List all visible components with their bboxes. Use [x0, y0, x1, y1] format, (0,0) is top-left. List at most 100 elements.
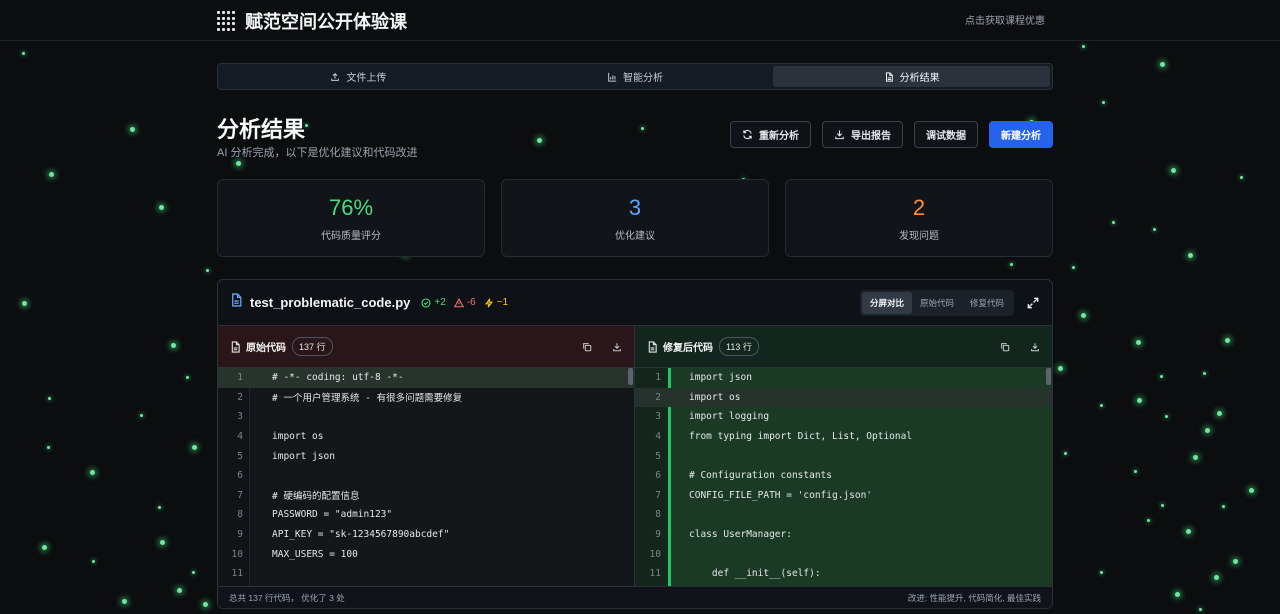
- code-line: 3 import logging: [635, 407, 1052, 427]
- star-dot: [171, 343, 176, 348]
- line-number: 1: [655, 372, 661, 384]
- grid-logo-icon: [217, 11, 237, 31]
- download-icon: [835, 130, 844, 140]
- view-original-button[interactable]: 原始代码: [912, 292, 962, 314]
- new-analysis-button[interactable]: 新建分析: [989, 121, 1053, 148]
- stat-label: 优化建议: [615, 230, 655, 242]
- code-line: 11: [218, 564, 634, 584]
- brand-title: 赋范空间公开体验课: [245, 12, 407, 32]
- code-lines: 1 import json 2 import os 3 import logging 4 fr…: [635, 368, 1052, 584]
- line-text: # 一个用户管理系统 - 有很多问题需要修复: [272, 393, 463, 405]
- code-line: 4 from typing import Dict, List, Optional: [635, 427, 1052, 447]
- star-dot: [22, 52, 25, 55]
- code-line: 5 import json: [218, 446, 634, 466]
- star-dot: [177, 588, 182, 593]
- stat-value: 76%: [328, 194, 374, 220]
- view-mode-switch: 分屏对比 原始代码 修复代码: [859, 289, 1014, 316]
- tab-upload[interactable]: 文件上传: [220, 66, 497, 87]
- star-dot: [130, 127, 135, 132]
- bar-chart-icon: [608, 72, 617, 82]
- star-dot: [1233, 559, 1238, 564]
- original-code-view[interactable]: 1 # -*- coding: utf-8 -*- 2 # 一个用户管理系统 - 有很…: [218, 368, 634, 586]
- line-number: 6: [237, 470, 243, 482]
- warning-icon: [453, 297, 464, 307]
- changed-count: ~1: [496, 297, 509, 308]
- star-dot: [1160, 375, 1163, 378]
- file-name: test_problematic_code.py: [250, 295, 411, 310]
- star-dot: [1081, 313, 1086, 318]
- line-number: 8: [237, 509, 243, 521]
- line-number: 7: [655, 489, 661, 501]
- line-count-badge: 113 行: [719, 337, 759, 356]
- star-dot: [1217, 411, 1222, 416]
- expand-icon[interactable]: [1026, 296, 1040, 310]
- line-text: import os: [272, 431, 324, 443]
- split-panes: 原始代码 137 行 1 # -*- coding: utf-8 -*- 2 # 一个…: [218, 326, 1052, 586]
- star-dot: [186, 376, 189, 379]
- star-dot: [1058, 366, 1063, 371]
- brand[interactable]: 赋范空间公开体验课: [217, 8, 407, 34]
- star-dot: [158, 506, 161, 509]
- removed-stat: -6: [453, 297, 476, 308]
- file-icon: [230, 293, 243, 312]
- original-pane-header: 原始代码 137 行: [218, 326, 634, 368]
- original-pane-title: 原始代码: [246, 343, 286, 354]
- star-dot: [1137, 398, 1142, 403]
- star-dot: [1147, 519, 1150, 522]
- document-icon: [231, 340, 240, 353]
- export-report-button[interactable]: 导出报告: [822, 121, 903, 148]
- line-number: 6: [655, 470, 661, 482]
- scrollbar-thumb[interactable]: [1046, 368, 1051, 385]
- course-offer-link[interactable]: 点击获取课程优惠: [965, 12, 1045, 27]
- stat-label: 发现问题: [899, 230, 939, 242]
- code-line: 3: [218, 407, 634, 427]
- refresh-icon: [743, 129, 752, 140]
- footer-summary: 总共 137 行代码， 优化了 3 处: [229, 592, 345, 603]
- line-number: 11: [231, 568, 243, 580]
- code-line: 2 # 一个用户管理系统 - 有很多问题需要修复: [218, 388, 634, 408]
- view-split-button[interactable]: 分屏对比: [861, 291, 912, 314]
- star-dot: [1102, 101, 1105, 104]
- line-text: from typing import Dict, List, Optional: [689, 431, 913, 443]
- original-code-pane: 原始代码 137 行 1 # -*- coding: utf-8 -*- 2 # 一个…: [218, 326, 635, 586]
- step-tabs: 文件上传 智能分析 分析结果: [217, 63, 1053, 90]
- top-bar: 赋范空间公开体验课 点击获取课程优惠: [0, 0, 1280, 41]
- star-dot: [1175, 592, 1180, 597]
- code-line: 6: [218, 466, 634, 486]
- scrollbar-thumb[interactable]: [628, 368, 633, 385]
- line-number: 4: [655, 431, 661, 443]
- fixed-code-view[interactable]: 1 import json 2 import os 3 import logging 4 fr…: [635, 368, 1052, 586]
- reanalyze-button[interactable]: 重新分析: [730, 121, 811, 148]
- download-icon[interactable]: [1030, 342, 1040, 352]
- star-dot: [47, 446, 50, 449]
- download-icon[interactable]: [612, 342, 622, 352]
- star-dot: [1100, 571, 1103, 574]
- copy-icon[interactable]: [1000, 342, 1010, 352]
- star-dot: [1203, 372, 1206, 375]
- removed-count: -6: [466, 297, 476, 308]
- line-number: 1: [237, 372, 243, 384]
- changed-stat: ~1: [484, 297, 508, 308]
- star-dot: [140, 414, 143, 417]
- view-fixed-button[interactable]: 修复代码: [962, 292, 1012, 314]
- code-line: 10: [635, 544, 1052, 564]
- debug-data-button[interactable]: 调试数据: [914, 121, 978, 148]
- line-text: import json: [272, 450, 335, 462]
- pane-tools: [582, 342, 622, 352]
- pane-tools: [1000, 342, 1040, 352]
- tab-analysis[interactable]: 智能分析: [497, 66, 774, 87]
- line-text: CONFIG_FILE_PATH = 'config.json': [689, 489, 873, 501]
- copy-icon[interactable]: [582, 342, 592, 352]
- star-dot: [48, 397, 51, 400]
- line-number: 7: [237, 489, 243, 501]
- star-dot: [1240, 176, 1243, 179]
- code-line: 1 import json: [635, 368, 1052, 388]
- line-text: import logging: [689, 411, 770, 423]
- code-line: 11 def __init__(self):: [635, 564, 1052, 584]
- star-dot: [192, 571, 195, 574]
- tab-results[interactable]: 分析结果: [773, 66, 1051, 87]
- fixed-pane-header: 修复后代码 113 行: [635, 326, 1052, 368]
- code-line: 9 API_KEY = "sk-1234567890abcdef": [218, 525, 634, 545]
- stat-value: 2: [912, 194, 926, 220]
- line-text: PASSWORD = "admin123": [272, 509, 393, 521]
